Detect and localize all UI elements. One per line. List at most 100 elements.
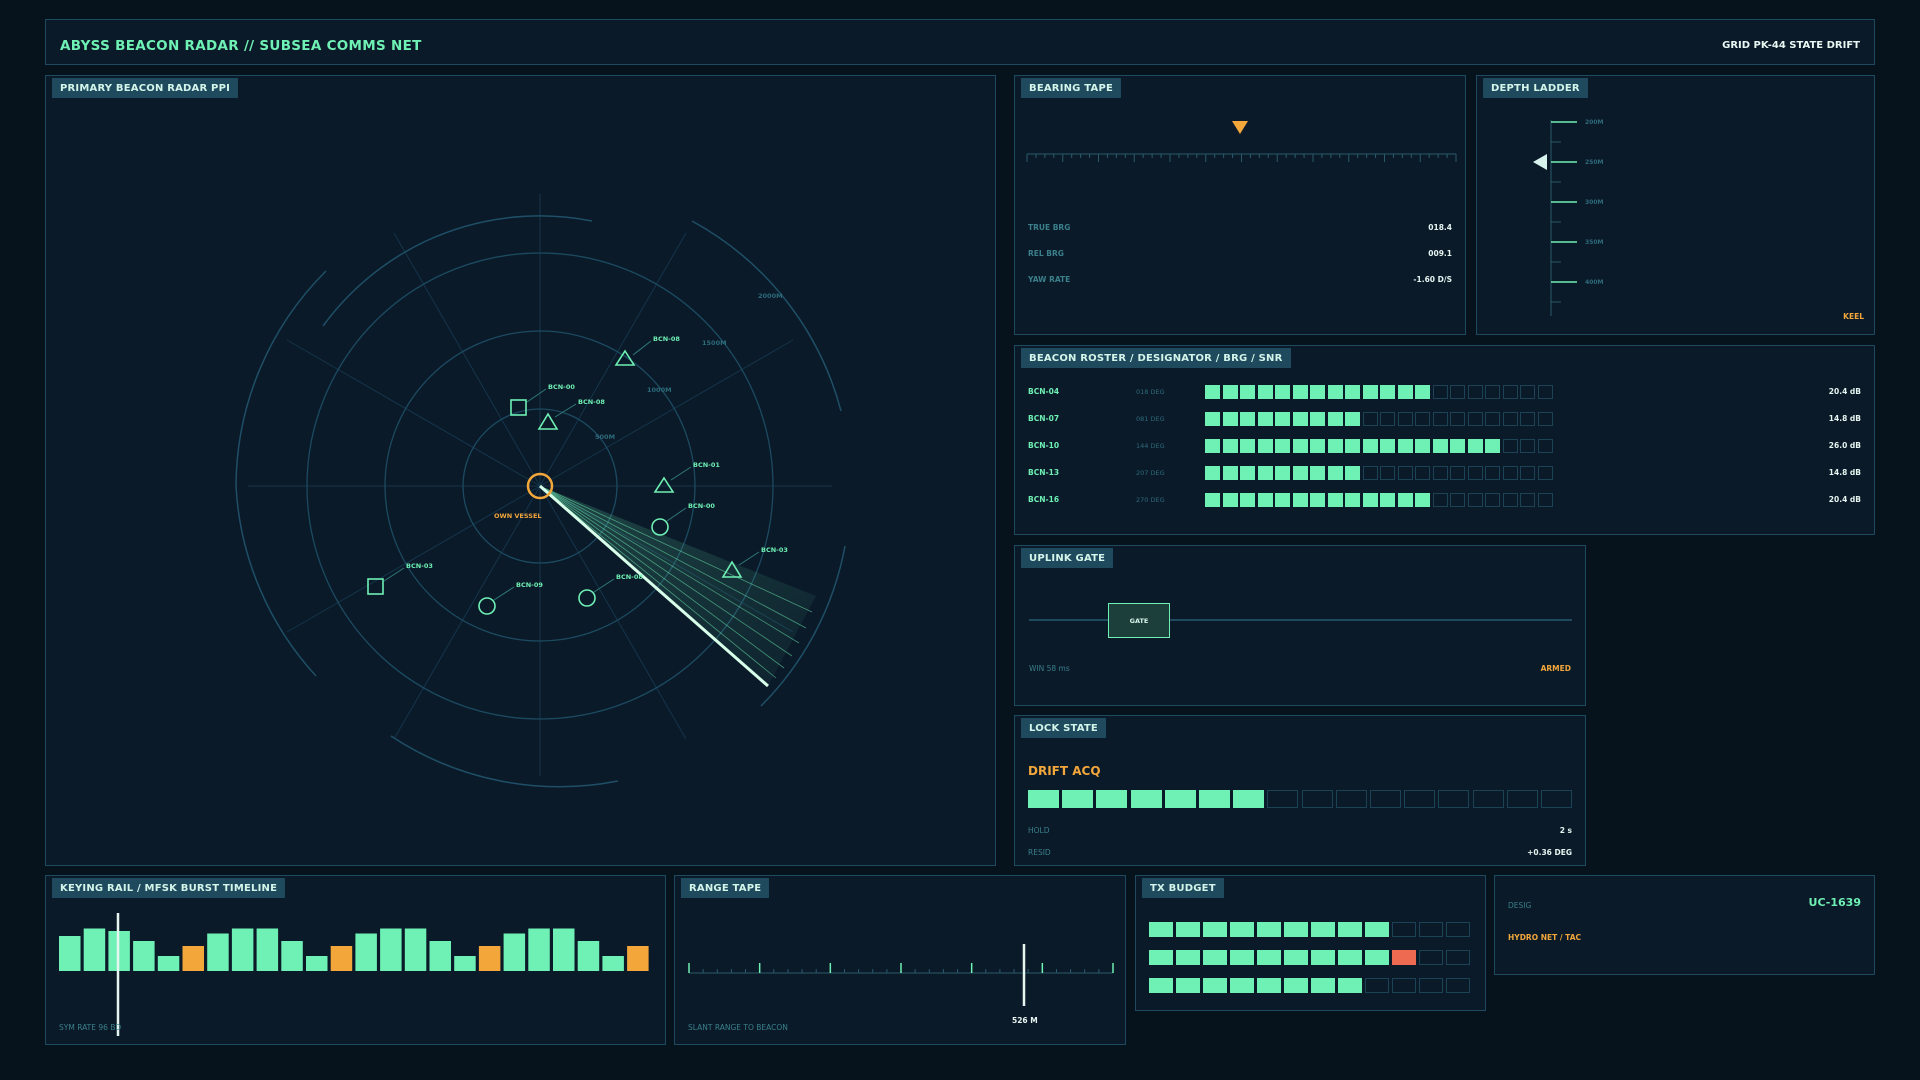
roster-beacon-id: BCN-04: [1028, 387, 1060, 396]
uplink-gate-button-label: GATE: [1129, 616, 1149, 625]
depth-ladder-scale[interactable]: 200M 250M 300M 350M 400M: [1477, 76, 1876, 336]
lock-segment: [1541, 790, 1572, 808]
burst-bar: [404, 928, 427, 971]
snr-segment: [1397, 493, 1413, 507]
lock-segment: [1062, 790, 1094, 808]
lock-segment: [1472, 790, 1504, 808]
snr-segment: [1205, 439, 1220, 453]
snr-segment: [1362, 466, 1378, 480]
beacon-label: BCN-00: [548, 383, 575, 391]
beacon-marker-circle[interactable]: [478, 597, 496, 615]
snr-segment: [1537, 385, 1553, 399]
roster-row[interactable]: BCN-10 144 DEG 26.0 dB: [1015, 438, 1874, 454]
roster-bearing: 144 DEG: [1136, 442, 1165, 450]
depth-ladder-panel: DEPTH LADDER 200M 250M 300M 350M 400M KE…: [1476, 75, 1875, 335]
snr-segment: [1205, 493, 1220, 507]
burst-bar: [454, 956, 476, 971]
snr-segment: [1362, 412, 1378, 426]
lock-segment: [1267, 790, 1299, 808]
beacon-marker-circle[interactable]: [578, 589, 596, 607]
desig-value: UC-1639: [1808, 896, 1861, 909]
snr-segment: [1432, 493, 1448, 507]
snr-segment: [1397, 385, 1413, 399]
designator-panel: DESIG UC-1639 HYDRO NET / TAC: [1494, 875, 1875, 975]
snr-segment: [1380, 439, 1395, 453]
roster-row[interactable]: BCN-04 018 DEG 20.4 dB: [1015, 384, 1874, 400]
burst-bar: [380, 928, 402, 971]
snr-segment: [1467, 385, 1483, 399]
beacon-label: BCN-03: [761, 546, 788, 554]
yaw-rate-label: YAW RATE: [1028, 275, 1071, 284]
snr-segment: [1345, 439, 1360, 453]
lock-state-value: DRIFT ACQ: [1028, 764, 1101, 778]
beacon-marker-circle[interactable]: [651, 518, 669, 536]
snr-segment: [1485, 412, 1500, 426]
tx-segment: [1392, 950, 1416, 965]
snr-segment: [1520, 466, 1535, 480]
roster-snr: 14.8 dB: [1828, 414, 1861, 423]
burst-bar: [59, 936, 81, 971]
snr-segment: [1240, 412, 1255, 426]
burst-bar: [207, 933, 229, 971]
snr-segment: [1345, 493, 1360, 507]
beacon-label: BCN-08: [653, 335, 680, 343]
roster-row[interactable]: BCN-16 270 DEG 20.4 dB: [1015, 492, 1874, 508]
snr-segment: [1345, 385, 1360, 399]
radar-ppi-display[interactable]: 500M 1000M 1500M 2000M OWN VESSEL BCN-08…: [46, 76, 997, 867]
roster-row[interactable]: BCN-13 207 DEG 14.8 dB: [1015, 465, 1874, 481]
snr-segment: [1415, 493, 1430, 507]
roster-row[interactable]: BCN-07 081 DEG 14.8 dB: [1015, 411, 1874, 427]
keying-burst-timeline[interactable]: [46, 876, 667, 1046]
hydro-net-label: HYDRO NET / TAC: [1508, 933, 1582, 942]
roster-bearing: 018 DEG: [1136, 388, 1165, 396]
range-value: 526 M: [1012, 1016, 1038, 1025]
snr-segment: [1257, 385, 1273, 399]
burst-bar: [602, 956, 624, 971]
snr-segment: [1292, 466, 1308, 480]
tx-segment: [1203, 978, 1227, 993]
bearing-tape-tag: BEARING TAPE: [1021, 78, 1122, 98]
range-tape-scale[interactable]: [675, 876, 1127, 1046]
hold-label: HOLD: [1028, 826, 1050, 835]
snr-segment: [1397, 412, 1413, 426]
snr-segment: [1310, 412, 1325, 426]
burst-bar: [330, 946, 353, 971]
snr-segment: [1502, 412, 1518, 426]
burst-bar: [83, 928, 106, 971]
lock-segment: [1130, 790, 1162, 808]
uplink-state-label: ARMED: [1540, 664, 1571, 673]
uplink-gate-button[interactable]: GATE: [1108, 603, 1170, 638]
tx-budget-tag: TX BUDGET: [1142, 878, 1224, 898]
snr-segment: [1222, 466, 1238, 480]
burst-bar: [627, 946, 649, 971]
symbol-rate-label: SYM RATE 96 BD: [59, 1023, 122, 1032]
tx-segment: [1257, 978, 1281, 993]
snr-segment: [1327, 466, 1343, 480]
burst-bar: [355, 933, 377, 971]
tx-segment: [1230, 922, 1254, 937]
app-title: ABYSS BEACON RADAR // SUBSEA COMMS NET: [60, 38, 422, 54]
tx-segment: [1284, 950, 1308, 965]
beacon-marker-square[interactable]: [510, 399, 527, 416]
snr-segment: [1275, 439, 1290, 453]
tx-segment: [1149, 922, 1173, 937]
yaw-rate-value: -1.60 D/S: [1413, 275, 1452, 284]
roster-snr: 14.8 dB: [1828, 468, 1861, 477]
snr-segment: [1397, 466, 1413, 480]
tx-segment: [1392, 922, 1416, 937]
snr-segment: [1345, 412, 1360, 426]
snr-segment: [1310, 439, 1325, 453]
beacon-marker-triangle[interactable]: [653, 476, 675, 493]
burst-bar: [157, 956, 180, 971]
snr-segment: [1450, 439, 1465, 453]
range-label-2000: 2000M: [758, 292, 783, 300]
range-label-500: 500M: [595, 433, 615, 441]
lock-segment: [1233, 790, 1265, 808]
bearing-tape-scale[interactable]: [1015, 116, 1467, 206]
snr-segment: [1240, 385, 1255, 399]
tx-segment: [1311, 950, 1335, 965]
tx-segment: [1419, 950, 1443, 965]
beacon-marker-triangle[interactable]: [537, 412, 559, 430]
roster-beacon-id: BCN-13: [1028, 468, 1060, 477]
radar-panel: PRIMARY BEACON RADAR PPI 500M 1000M 1500…: [45, 75, 996, 866]
